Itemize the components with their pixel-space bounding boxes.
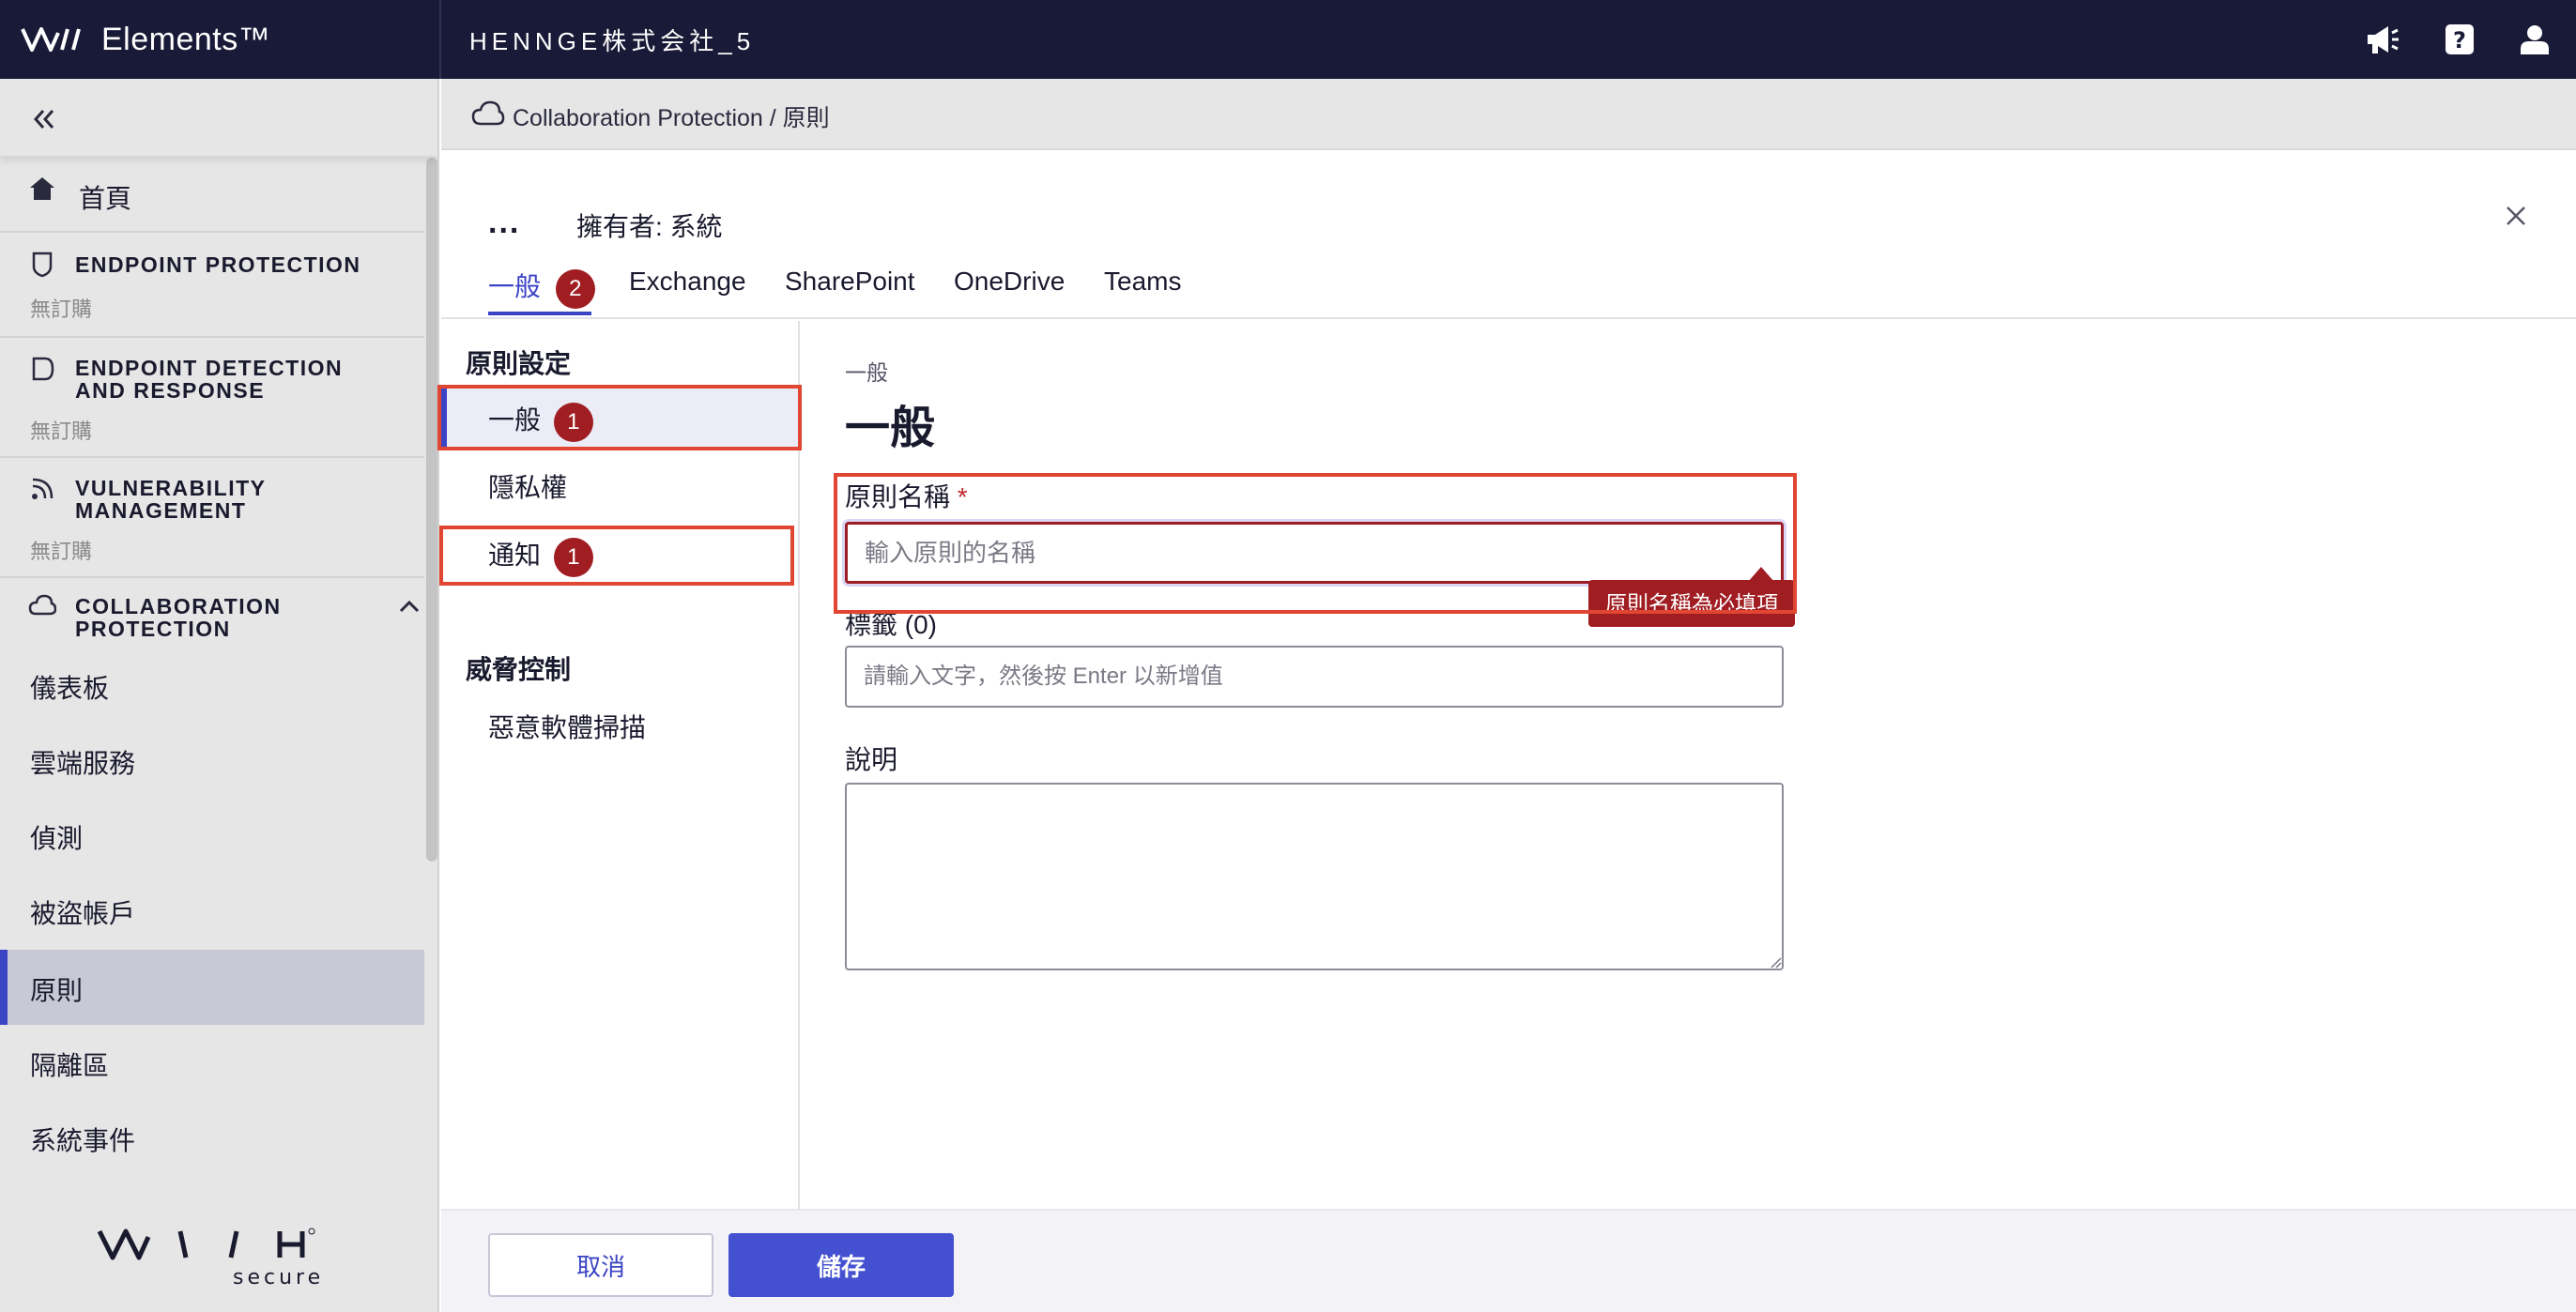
- form-footer: 取消 儲存: [441, 1209, 2576, 1312]
- highlight-frame: [437, 385, 802, 450]
- settings-nav: 原則設定 一般 1 隱私權 通知 1 威脅控制 惡意軟體掃描: [437, 321, 802, 1209]
- tab-label: 一般: [488, 272, 542, 301]
- sidebar-link-dashboard[interactable]: 儀表板: [30, 668, 109, 706]
- svg-text:secure: secure: [233, 1266, 324, 1289]
- cloud-icon: [28, 594, 56, 616]
- brand[interactable]: Elements™: [21, 13, 270, 66]
- sidebar-item-home[interactable]: 首頁: [0, 158, 424, 233]
- tab-sharepoint[interactable]: SharePoint: [785, 267, 915, 297]
- tags-input[interactable]: [845, 646, 1784, 708]
- policy-header: ... 擁有者: 系統 一般 2 Exchange SharePoint One…: [441, 150, 2576, 319]
- sidebar-link-cloud-services[interactable]: 雲端服務: [30, 743, 135, 781]
- svg-text:?: ?: [2453, 27, 2466, 53]
- nav-item-malware-scan[interactable]: 惡意軟體掃描: [488, 708, 646, 745]
- sidebar-item-label: COLLABORATION PROTECTION: [75, 594, 282, 641]
- radar-icon: [32, 478, 54, 499]
- edr-icon: [32, 357, 54, 381]
- chevron-up-icon[interactable]: [398, 597, 421, 616]
- nav-item-privacy[interactable]: 隱私權: [488, 467, 567, 505]
- brand-name: Elements™: [101, 21, 271, 57]
- sidebar-item-edr[interactable]: ENDPOINT DETECTION AND RESPONSE 無訂購: [0, 338, 424, 458]
- tab-onedrive[interactable]: OneDrive: [954, 267, 1065, 297]
- section-heading-policy-settings: 原則設定: [466, 349, 572, 378]
- sidebar-link-quarantine[interactable]: 隔離區: [30, 1045, 109, 1083]
- active-tab-indicator: [488, 312, 591, 315]
- withsecure-logo: secure: [97, 1228, 324, 1289]
- breadcrumb-text[interactable]: Collaboration Protection / 原則: [513, 99, 830, 133]
- sidebar-item-label: VULNERABILITY MANAGEMENT: [75, 476, 267, 523]
- sidebar-link-policies[interactable]: 原則: [30, 970, 83, 1008]
- highlight-frame: [439, 526, 794, 586]
- nav-item-label: 隱私權: [488, 473, 568, 502]
- form-breadcrumb: 一般: [845, 360, 888, 385]
- sidebar-item-label: 首頁: [79, 184, 132, 213]
- home-icon: [30, 177, 54, 200]
- help-icon[interactable]: ?: [2439, 19, 2480, 60]
- sidebar-item-label: ENDPOINT PROTECTION: [75, 252, 361, 277]
- more-options-button[interactable]: ...: [488, 205, 520, 241]
- tab-label: SharePoint: [785, 267, 915, 296]
- general-settings-form: 一般 一般 原則名稱 * 原則名稱為必填項 標籤 (0) 說明: [802, 321, 2576, 1209]
- megaphone-icon[interactable]: [2362, 19, 2403, 60]
- tab-label: OneDrive: [954, 267, 1066, 296]
- nav-item-label: 惡意軟體掃描: [488, 713, 647, 742]
- sidebar: 首頁 ENDPOINT PROTECTION 無訂購 ENDPOINT DETE…: [0, 79, 439, 1312]
- resize-grip-icon[interactable]: [1769, 955, 1782, 969]
- subscription-status: 無訂購: [30, 297, 93, 321]
- error-count-badge: 2: [555, 268, 595, 309]
- highlight-frame: [834, 473, 1797, 614]
- user-icon[interactable]: [2514, 19, 2555, 60]
- sidebar-item-endpoint-protection[interactable]: ENDPOINT PROTECTION 無訂購: [0, 233, 424, 338]
- withsecure-mark-icon: [21, 27, 81, 52]
- description-label: 說明: [845, 745, 898, 774]
- tab-exchange[interactable]: Exchange: [629, 267, 746, 297]
- section-heading-threat-control: 威脅控制: [466, 655, 572, 684]
- sidebar-link-compromised-accounts[interactable]: 被盜帳戶: [30, 893, 135, 931]
- tab-teams[interactable]: Teams: [1104, 267, 1181, 297]
- description-textarea[interactable]: [845, 783, 1784, 970]
- top-bar: Elements™ HENNGE株式会社_5 ?: [0, 0, 2576, 79]
- subscription-status: 無訂購: [30, 540, 93, 563]
- tab-general[interactable]: 一般 2: [488, 267, 595, 309]
- breadcrumb: Collaboration Protection / 原則: [441, 79, 2576, 150]
- save-button[interactable]: 儲存: [728, 1233, 954, 1297]
- policy-owner: 擁有者: 系統: [576, 212, 723, 241]
- shield-icon: [32, 252, 53, 278]
- sidebar-link-system-events[interactable]: 系統事件: [30, 1121, 135, 1158]
- sidebar-item-collaboration-protection[interactable]: COLLABORATION PROTECTION: [0, 578, 424, 668]
- sidebar-scrollbar[interactable]: [426, 158, 437, 862]
- cloud-icon: [471, 100, 505, 126]
- sidebar-link-detections[interactable]: 偵測: [30, 818, 83, 856]
- sidebar-collapse-button[interactable]: [0, 79, 437, 158]
- subscription-status: 無訂購: [30, 420, 93, 443]
- tab-label: Exchange: [629, 267, 746, 296]
- double-chevron-left-icon: [33, 110, 54, 129]
- topbar-divider: [439, 0, 441, 79]
- close-icon[interactable]: [2499, 199, 2533, 233]
- organization-name[interactable]: HENNGE株式会社_5: [469, 23, 755, 57]
- page-title: 一般: [845, 404, 936, 453]
- tab-label: Teams: [1104, 267, 1182, 296]
- sidebar-item-vulnerability-management[interactable]: VULNERABILITY MANAGEMENT 無訂購: [0, 458, 424, 578]
- sidebar-item-label: ENDPOINT DETECTION AND RESPONSE: [75, 356, 344, 403]
- cancel-button[interactable]: 取消: [488, 1233, 713, 1297]
